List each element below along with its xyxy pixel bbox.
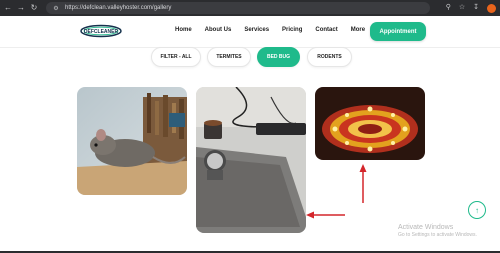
- nav-services[interactable]: Services: [244, 27, 269, 33]
- back-arrow-icon[interactable]: ←: [3, 3, 13, 13]
- svg-text:DEFCLEANER: DEFCLEANER: [84, 29, 119, 35]
- main-nav: Home About Us Services Pricing Contact M…: [175, 27, 365, 33]
- search-icon[interactable]: ⚲: [446, 3, 451, 13]
- filter-all-chip[interactable]: FILTER - ALL: [151, 47, 201, 67]
- red-arrow-left-icon: [306, 211, 345, 219]
- address-bar[interactable]: ⚙ https://defclean.valleyhoster.com/gall…: [46, 2, 430, 14]
- forward-arrow-icon[interactable]: →: [16, 3, 26, 13]
- rat-photo: [77, 87, 187, 195]
- watermark-subtitle: Go to Settings to activate Windows.: [398, 232, 477, 238]
- gallery-image-desk[interactable]: [196, 87, 306, 233]
- download-icon[interactable]: ↧: [473, 3, 479, 13]
- star-icon[interactable]: ☆: [459, 3, 465, 13]
- appointment-button[interactable]: Appointment: [370, 22, 426, 41]
- filter-rodents-chip[interactable]: RODENTS: [307, 47, 352, 67]
- rangoli-photo: [315, 87, 425, 160]
- filter-termites-chip[interactable]: TERMITES: [207, 47, 251, 67]
- site-info-icon[interactable]: ⚙: [51, 5, 61, 12]
- activate-windows-watermark: Activate Windows Go to Settings to activ…: [398, 224, 477, 238]
- nav-home[interactable]: Home: [175, 27, 192, 33]
- filter-bed-bug-chip[interactable]: BED BUG: [257, 47, 300, 67]
- nav-more[interactable]: More: [351, 27, 365, 33]
- browser-toolbar: ← → ↻ ⚙ https://defclean.valleyhoster.co…: [0, 0, 500, 16]
- gallery-filters: FILTER - ALL TERMITES BED BUG RODENTS: [0, 47, 500, 67]
- gallery-image-rat[interactable]: [77, 87, 187, 195]
- browser-actions: ⚲ ☆ ↧: [446, 3, 496, 13]
- url-text[interactable]: https://defclean.valleyhoster.com/galler…: [65, 5, 171, 11]
- page: ← → ↻ ⚙ https://defclean.valleyhoster.co…: [0, 0, 500, 253]
- nav-about-us[interactable]: About Us: [205, 27, 232, 33]
- gallery-image-rangoli[interactable]: [315, 87, 425, 160]
- arrow-up-icon: ↑: [475, 205, 479, 215]
- red-arrow-up-icon: [359, 164, 367, 203]
- watermark-title: Activate Windows: [398, 224, 454, 231]
- profile-avatar[interactable]: [487, 3, 496, 13]
- site-header: DEFCLEANER Home About Us Services Pricin…: [0, 16, 500, 48]
- reload-icon[interactable]: ↻: [29, 3, 39, 13]
- scroll-to-top-button[interactable]: ↑: [468, 201, 486, 219]
- nav-contact[interactable]: Contact: [315, 27, 337, 33]
- desk-photo: [196, 87, 306, 233]
- nav-pricing[interactable]: Pricing: [282, 27, 302, 33]
- logo[interactable]: DEFCLEANER: [80, 24, 122, 38]
